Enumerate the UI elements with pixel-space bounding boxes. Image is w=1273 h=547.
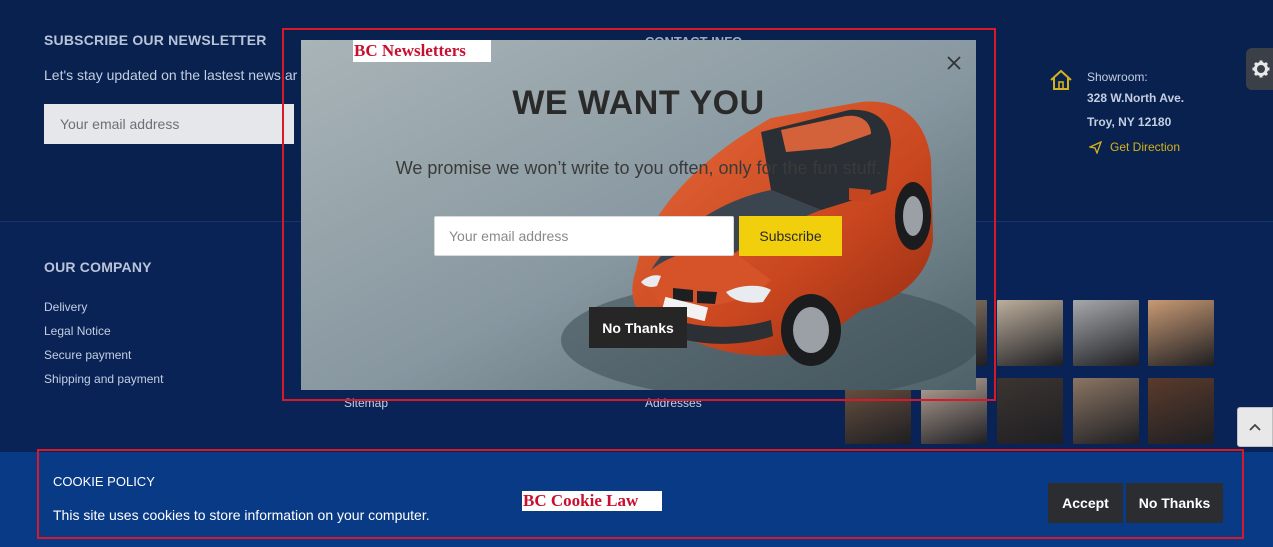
chevron-up-icon [1249, 423, 1261, 431]
popup-email-input[interactable]: Your email address [434, 216, 734, 256]
get-direction-label: Get Direction [1110, 140, 1181, 154]
gallery-thumbnail[interactable] [1073, 378, 1139, 444]
cookie-text: This site uses cookies to store informat… [53, 507, 430, 523]
newsletter-email-input[interactable]: Your email address [44, 104, 294, 144]
newsletter-annotation-label: BC Newsletters [353, 40, 491, 62]
popup-title: WE WANT YOU [512, 84, 765, 122]
get-direction-link[interactable]: Get Direction [1089, 140, 1180, 154]
link-legal-notice[interactable]: Legal Notice [44, 324, 111, 338]
company-heading: OUR COMPANY [44, 259, 152, 275]
paper-plane-icon [1089, 140, 1102, 154]
link-secure-payment[interactable]: Secure payment [44, 348, 131, 362]
popup-no-thanks-button[interactable]: No Thanks [589, 307, 687, 348]
link-delivery[interactable]: Delivery [44, 300, 87, 314]
scroll-to-top-button[interactable] [1237, 407, 1273, 447]
link-shipping-payment[interactable]: Shipping and payment [44, 372, 163, 386]
cookie-title: COOKIE POLICY [53, 474, 155, 489]
address-line-1: 328 W.North Ave. [1087, 91, 1185, 105]
house-icon [1050, 69, 1072, 90]
settings-tab[interactable] [1246, 48, 1273, 90]
gallery-thumbnail[interactable] [1148, 378, 1214, 444]
newsletter-heading: SUBSCRIBE OUR NEWSLETTER [44, 32, 267, 48]
gallery-thumbnail[interactable] [1148, 300, 1214, 366]
popup-subtitle: We promise we won’t write to you often, … [395, 158, 882, 178]
cookie-no-thanks-button[interactable]: No Thanks [1126, 483, 1223, 523]
cookie-annotation-label: BC Cookie Law [522, 491, 662, 511]
close-icon[interactable] [942, 51, 966, 75]
gear-icon [1252, 60, 1270, 78]
gallery-thumbnail[interactable] [997, 300, 1063, 366]
cookie-accept-button[interactable]: Accept [1048, 483, 1123, 523]
showroom-label: Showroom: [1087, 70, 1148, 84]
newsletter-text: Let's stay updated on the lastest news a… [44, 67, 298, 83]
subscribe-button[interactable]: Subscribe [739, 216, 842, 256]
gallery-thumbnail[interactable] [1073, 300, 1139, 366]
gallery-thumbnail[interactable] [997, 378, 1063, 444]
address-line-2: Troy, NY 12180 [1087, 115, 1172, 129]
